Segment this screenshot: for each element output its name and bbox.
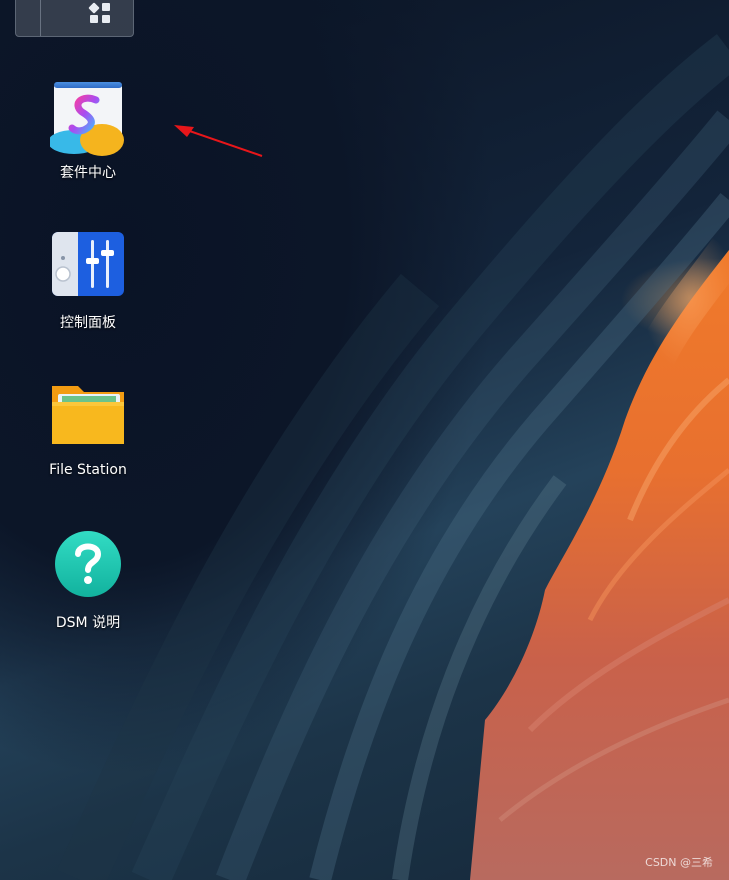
watermark: CSDN @三希 — [645, 856, 713, 869]
desktop-icon-label: DSM 说明 — [55, 615, 121, 631]
desktop-icon-dsm-help[interactable]: DSM 说明 — [28, 530, 148, 632]
help-icon — [50, 530, 126, 606]
package-center-icon — [48, 80, 126, 156]
desktop-icon-label: 控制面板 — [60, 315, 116, 331]
desktop-icon-control-panel[interactable]: 控制面板 — [28, 230, 148, 332]
folder-icon — [50, 380, 126, 456]
main-menu-button[interactable] — [15, 0, 134, 37]
taskbar-divider — [40, 0, 41, 36]
app-grid-icon — [88, 2, 110, 23]
desktop-icon-label: 套件中心 — [60, 165, 116, 181]
desktop-icon-package-center[interactable]: 套件中心 — [28, 80, 148, 182]
desktop-icon-label: File Station — [49, 462, 127, 478]
desktop: 套件中心 控制面板 File Station DSM 说明 CSDN @三希 — [0, 0, 729, 880]
annotation-arrow-icon — [174, 125, 263, 157]
control-panel-icon — [50, 230, 126, 306]
desktop-icon-file-station[interactable]: File Station — [28, 380, 148, 478]
